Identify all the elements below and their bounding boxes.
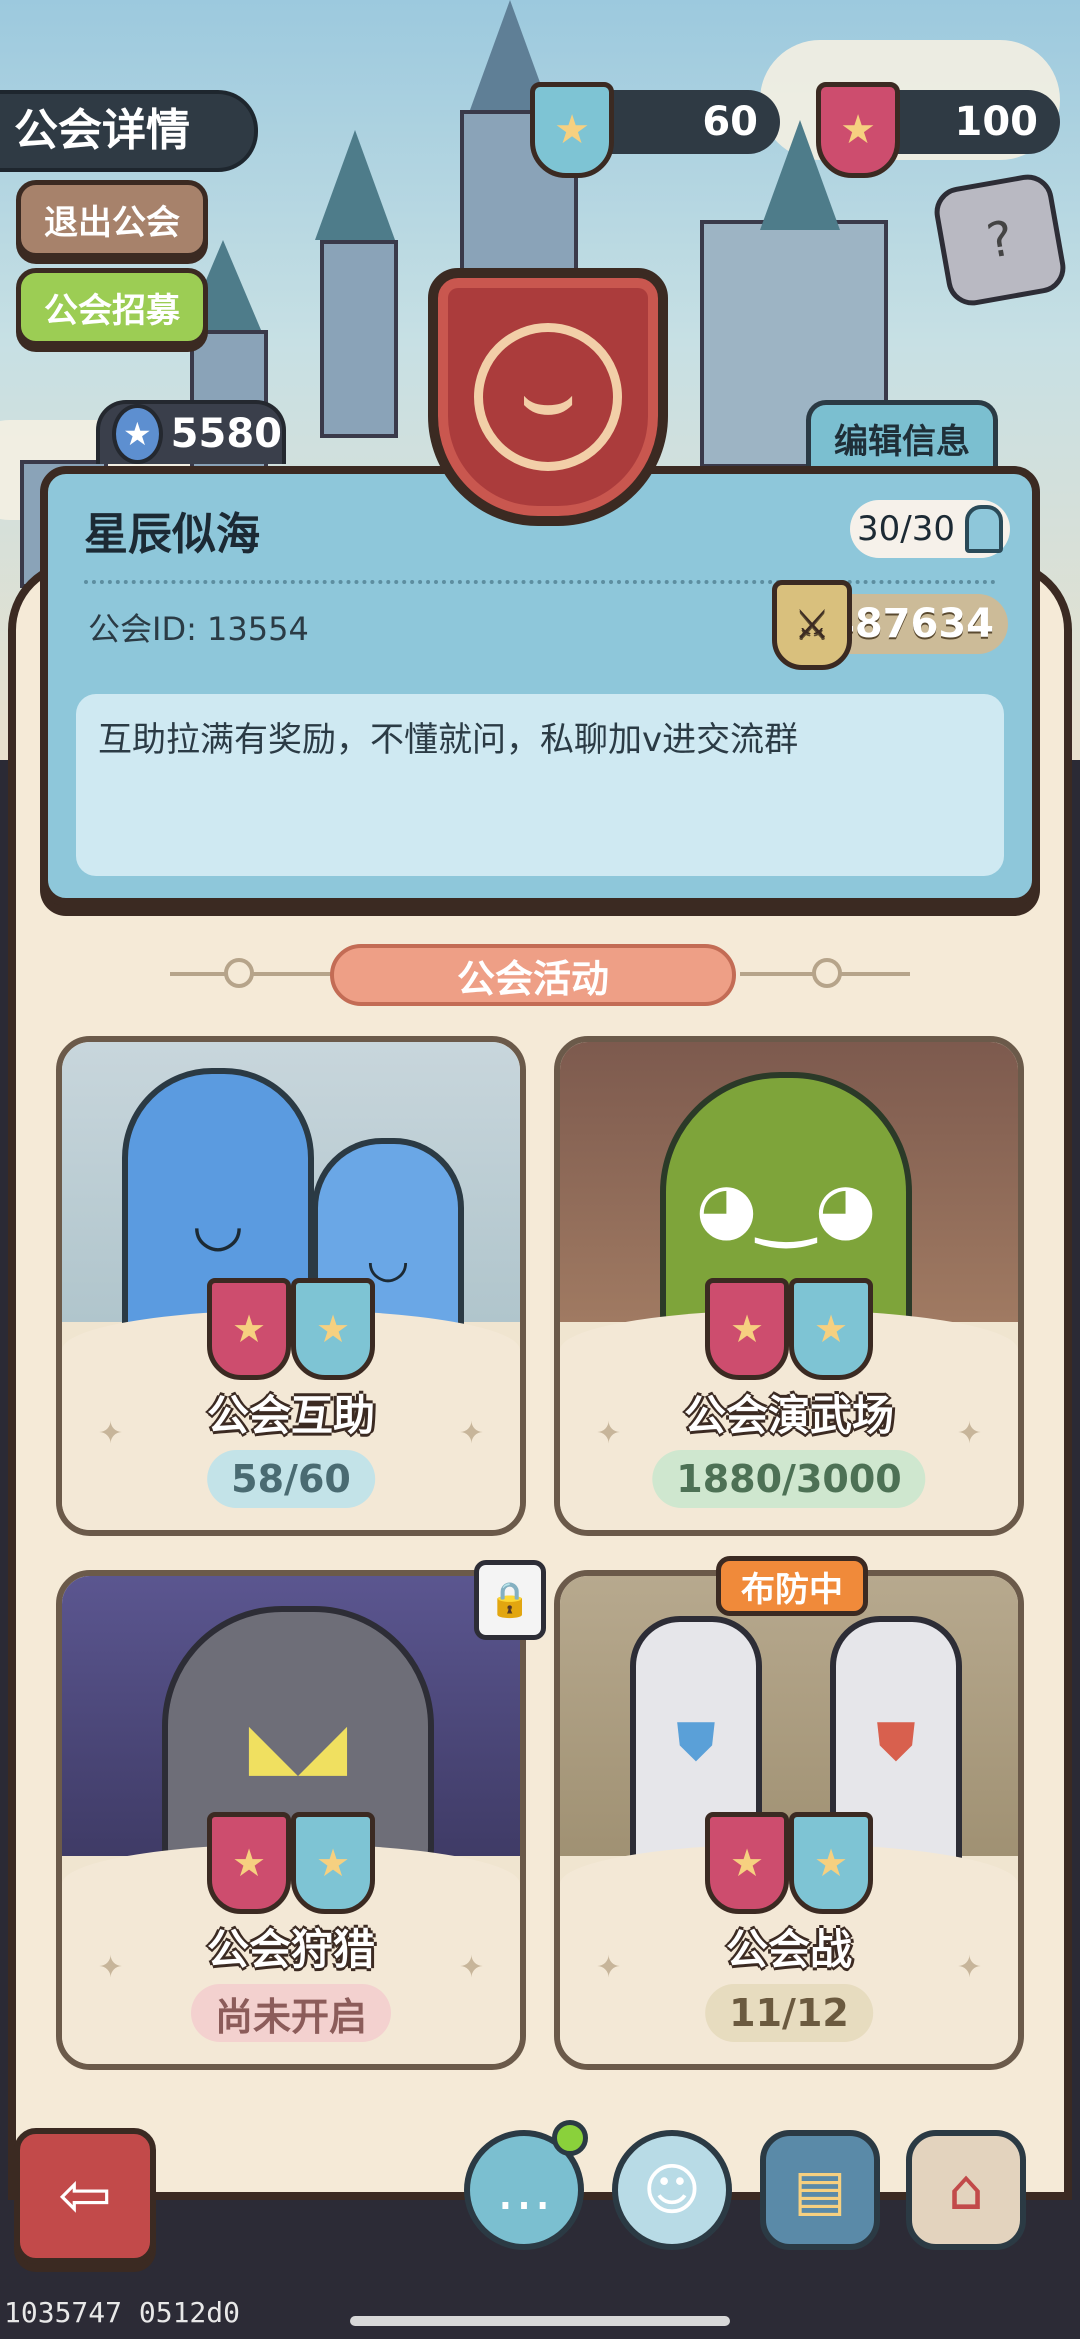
divider: [170, 972, 340, 976]
blue-badge-icon: ★: [530, 82, 614, 178]
divider: [84, 580, 996, 584]
back-button[interactable]: ⇦: [14, 2128, 156, 2264]
divider: [224, 958, 254, 988]
home-indicator[interactable]: [350, 2316, 730, 2326]
red-badge-icon: ★: [207, 1812, 291, 1914]
back-arrow-icon: ⇦: [58, 2159, 112, 2233]
guild-id: 公会ID: 13554: [88, 610, 309, 648]
castle-roof: [315, 130, 395, 240]
member-count: 30/30: [850, 500, 1010, 558]
edit-info-button[interactable]: 编辑信息: [806, 400, 998, 471]
activity-title: 公会演武场: [683, 1391, 894, 1440]
reward-badges: ★ ★: [207, 1812, 375, 1914]
guild-power: ⚔ 487634: [772, 580, 1008, 670]
activity-title: 公会战: [725, 1925, 852, 1974]
activity-status: 尚未开启: [190, 1984, 392, 2042]
page-title: 公会详情: [0, 90, 258, 172]
red-badge-icon: ★: [705, 1278, 789, 1380]
activity-status: 58/60: [207, 1450, 375, 1508]
activity-card-arena[interactable]: ◕‿◕ ★ ★ ✦ ✦ 公会演武场 1880/3000: [554, 1036, 1024, 1536]
red-badge-icon: ★: [207, 1278, 291, 1380]
guild-info-card: 星辰似海 30/30 公会ID: 13554 ⚔ 487634 互助拉满有奖励，…: [40, 466, 1040, 906]
activity-card-war[interactable]: ⛊ ⛊ ★ ★ ✦ ✦ 公会战 11/12: [554, 1570, 1024, 2070]
shop-icon: ⌂: [948, 2157, 984, 2223]
debug-id: 1035747 0512d0: [4, 2296, 241, 2329]
guild-power-value: 487634: [827, 601, 994, 647]
blue-badge-icon: ★: [291, 1278, 375, 1380]
red-badge-icon: ★: [816, 82, 900, 178]
guild-stars-value: 5580: [170, 411, 282, 457]
friends-button[interactable]: ☺: [612, 2130, 732, 2250]
reward-badges: ★ ★: [207, 1278, 375, 1380]
member-count-value: 30/30: [857, 509, 955, 549]
reward-badges: ★ ★: [705, 1812, 873, 1914]
divider: [812, 958, 842, 988]
guild-notice: 互助拉满有奖励，不懂就问，私聊加v进交流群: [76, 694, 1004, 876]
blue-badge-icon: ★: [291, 1812, 375, 1914]
castle-tower: [320, 240, 398, 438]
notification-dot: [552, 2120, 588, 2156]
defending-badge: 布防中: [716, 1556, 868, 1616]
reward-badges: ★ ★: [705, 1278, 873, 1380]
power-icon: ⚔: [772, 580, 852, 670]
activity-title: 公会互助: [206, 1391, 375, 1440]
star-icon: ★: [112, 404, 163, 464]
activity-status: 1880/3000: [652, 1450, 926, 1508]
smiley-emblem-icon: ⌣: [474, 323, 622, 471]
guild-name: 星辰似海: [84, 509, 260, 560]
shop-button[interactable]: ⌂: [906, 2130, 1026, 2250]
lock-icon: 🔒: [474, 1560, 546, 1640]
codex-button[interactable]: ▤: [760, 2130, 880, 2250]
codex-book-icon: ▤: [793, 2157, 847, 2223]
activity-card-hunt[interactable]: ◣◢ ★ ★ ✦ ✦ 公会狩猎 尚未开启: [56, 1570, 526, 2070]
activity-title: 公会狩猎: [206, 1925, 375, 1974]
activities-header: 公会活动: [330, 944, 736, 1006]
guild-emblem[interactable]: ⌣: [428, 268, 668, 526]
friends-icon: ☺: [642, 2157, 702, 2223]
red-badge-count: 100: [954, 99, 1039, 145]
activity-card-assist[interactable]: ◡ ◡ ★ ★ ✦ ✦ 公会互助 58/60: [56, 1036, 526, 1536]
chat-icon: …: [496, 2157, 552, 2223]
exit-guild-button[interactable]: 退出公会: [16, 180, 208, 258]
blue-badge-count: 60: [702, 99, 758, 145]
guild-stars: ★ 5580: [96, 400, 286, 464]
guild-recruit-button[interactable]: 公会招募: [16, 268, 208, 346]
person-icon: [964, 505, 1003, 553]
blue-badge-icon: ★: [789, 1278, 873, 1380]
red-badge-icon: ★: [705, 1812, 789, 1914]
blue-badge-icon: ★: [789, 1812, 873, 1914]
dice-icon[interactable]: ?: [930, 170, 1070, 310]
activity-status: 11/12: [705, 1984, 873, 2042]
